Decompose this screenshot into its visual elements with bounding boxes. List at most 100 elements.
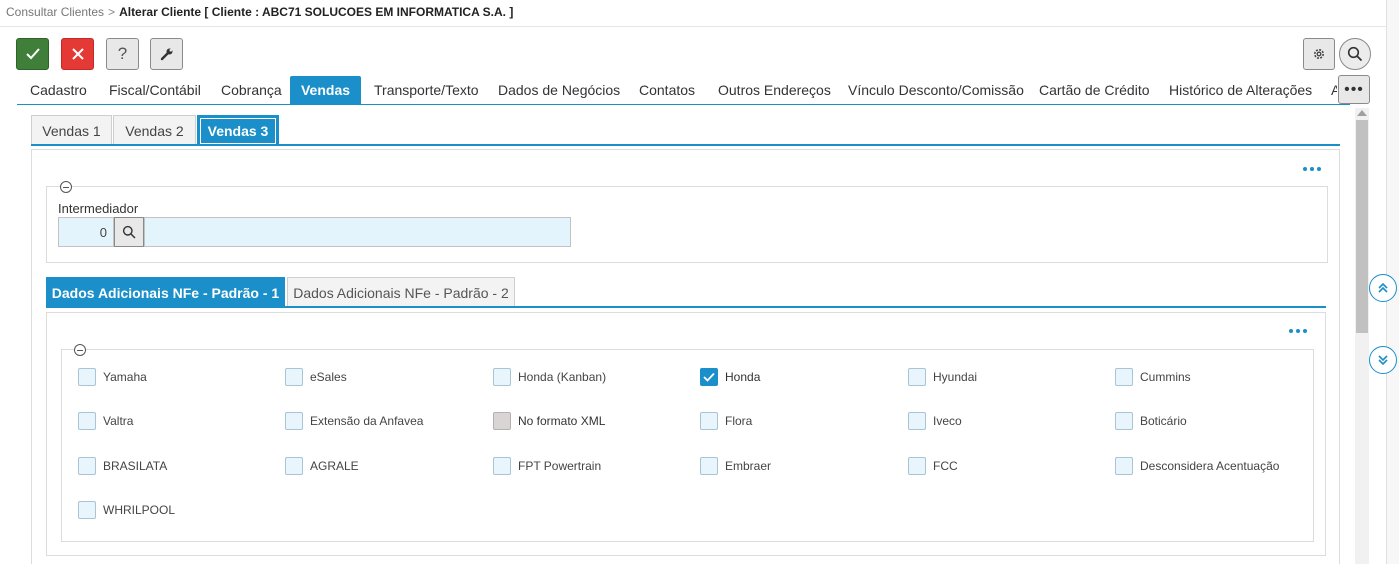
collapse-nfe-options-icon[interactable] <box>74 344 86 356</box>
checkbox-fpt-powertrain[interactable]: FPT Powertrain <box>493 457 601 475</box>
intermediador-label: Intermediador <box>58 201 139 216</box>
breadcrumb: Consultar Clientes > Alterar Cliente [ Cli… <box>6 5 513 19</box>
scrollbar-thumb[interactable] <box>1356 120 1368 333</box>
checkbox-box[interactable] <box>908 457 926 475</box>
help-button[interactable]: ? <box>106 38 139 70</box>
checkbox-label: FCC <box>933 459 958 473</box>
wrench-icon <box>160 48 172 61</box>
checkbox-iveco[interactable]: Iveco <box>908 412 962 430</box>
checkbox-box[interactable] <box>908 368 926 386</box>
checkbox-hyundai[interactable]: Hyundai <box>908 368 977 386</box>
checkbox-box[interactable] <box>493 457 511 475</box>
checkbox-box[interactable] <box>1115 457 1133 475</box>
checkbox-box[interactable] <box>285 368 303 386</box>
settings-button[interactable] <box>1303 38 1335 70</box>
checkbox-brasilata[interactable]: BRASILATA <box>78 457 167 475</box>
checkbox-box[interactable] <box>78 501 96 519</box>
checkbox-box[interactable] <box>285 412 303 430</box>
tab-contatos[interactable]: Contatos <box>626 76 708 104</box>
breadcrumb-separator: > <box>108 5 116 19</box>
checkbox-box[interactable] <box>78 368 96 386</box>
tab-transporte-texto[interactable]: Transporte/Texto <box>361 76 492 104</box>
scroll-to-bottom-button[interactable] <box>1369 346 1397 374</box>
tab-nfe-padrao-1[interactable]: Dados Adicionais NFe - Padrão - 1 <box>46 277 285 307</box>
checkbox-label: FPT Powertrain <box>518 459 602 473</box>
cancel-button[interactable] <box>61 38 94 70</box>
checkbox-box[interactable] <box>1115 368 1133 386</box>
breadcrumb-parent-link[interactable]: Consultar Clientes <box>6 5 104 19</box>
scroll-up-arrow-icon[interactable] <box>1357 110 1367 116</box>
subtab-vendas-3[interactable]: Vendas 3 <box>197 115 279 144</box>
main-tabs: Cadastro Fiscal/Contábil Cobrança Vendas… <box>17 76 1337 106</box>
scroll-to-top-button[interactable] <box>1369 274 1397 302</box>
checkbox-box[interactable] <box>285 457 303 475</box>
subtab-vendas-3-label: Vendas 3 <box>200 118 276 144</box>
checkbox-embraer[interactable]: Embraer <box>700 457 771 475</box>
checkbox-cummins[interactable]: Cummins <box>1115 368 1191 386</box>
search-icon <box>1347 46 1363 62</box>
checkbox-label: Valtra <box>103 414 134 428</box>
checkbox-box[interactable] <box>78 457 96 475</box>
checkbox-agrale[interactable]: AGRALE <box>285 457 359 475</box>
tab-fiscal-contabil[interactable]: Fiscal/Contábil <box>96 76 214 104</box>
checkbox-label: Extensão da Anfavea <box>310 414 424 428</box>
check-icon <box>25 48 40 60</box>
collapse-intermediador-icon[interactable] <box>60 181 72 193</box>
main-tabs-underline <box>17 104 1350 105</box>
check-icon <box>703 372 715 382</box>
checkbox-label: eSales <box>310 370 347 384</box>
global-search-button[interactable] <box>1339 38 1371 70</box>
tab-historico-alteracoes[interactable]: Histórico de Alterações <box>1156 76 1325 104</box>
panel-options-button[interactable] <box>1303 167 1321 171</box>
tools-button[interactable] <box>150 38 183 70</box>
checkbox-label: Honda <box>725 370 761 384</box>
intermediador-lookup-button[interactable] <box>114 217 144 247</box>
tab-vinculo-desconto-comissao[interactable]: Vínculo Desconto/Comissão <box>835 76 1037 104</box>
page-title: Alterar Cliente [ Cliente : ABC71 SOLUCO… <box>119 5 514 19</box>
checkbox-label: Embraer <box>725 459 772 473</box>
checkbox-label: Boticário <box>1140 414 1187 428</box>
checkbox-box[interactable] <box>700 368 718 386</box>
intermediador-code-input[interactable]: 0 <box>58 217 114 247</box>
tab-nfe-padrao-2[interactable]: Dados Adicionais NFe - Padrão - 2 <box>287 277 515 307</box>
checkbox-extensao-anfavea[interactable]: Extensão da Anfavea <box>285 412 423 430</box>
checkbox-boticario[interactable]: Boticário <box>1115 412 1187 430</box>
intermediador-description-field[interactable] <box>144 217 571 247</box>
checkbox-flora[interactable]: Flora <box>700 412 752 430</box>
double-chevron-down-icon <box>1378 355 1388 366</box>
checkbox-valtra[interactable]: Valtra <box>78 412 133 430</box>
page: Consultar Clientes > Alterar Cliente [ Cli… <box>0 0 1399 564</box>
checkbox-esales[interactable]: eSales <box>285 368 347 386</box>
more-icon: ••• <box>1344 80 1364 98</box>
checkbox-yamaha[interactable]: Yamaha <box>78 368 147 386</box>
tab-dados-negocios[interactable]: Dados de Negócios <box>485 76 633 104</box>
subtabs-underline <box>31 144 1340 146</box>
checkbox-box[interactable] <box>700 457 718 475</box>
checkbox-box[interactable] <box>1115 412 1133 430</box>
confirm-button[interactable] <box>16 38 49 70</box>
checkbox-box[interactable] <box>493 368 511 386</box>
nfe-tabs-underline <box>46 306 1326 308</box>
tab-overflow-partial[interactable]: A <box>1318 76 1337 104</box>
checkbox-box[interactable] <box>78 412 96 430</box>
tab-cadastro[interactable]: Cadastro <box>17 76 100 104</box>
checkbox-honda[interactable]: Honda <box>700 368 760 386</box>
tab-outros-enderecos[interactable]: Outros Endereços <box>705 76 844 104</box>
tab-cartao-credito[interactable]: Cartão de Crédito <box>1026 76 1163 104</box>
checkbox-label: Hyundai <box>933 370 978 384</box>
checkbox-whrilpool[interactable]: WHRILPOOL <box>78 501 175 519</box>
close-icon <box>71 48 84 60</box>
nfe-panel-options-button[interactable] <box>1289 329 1307 333</box>
checkbox-label: Flora <box>725 414 753 428</box>
checkbox-honda-kanban[interactable]: Honda (Kanban) <box>493 368 606 386</box>
subtab-vendas-1[interactable]: Vendas 1 <box>31 115 112 144</box>
more-tabs-button[interactable]: ••• <box>1338 75 1370 104</box>
tab-vendas[interactable]: Vendas <box>290 76 361 104</box>
subtab-vendas-2[interactable]: Vendas 2 <box>113 115 196 144</box>
checkbox-fcc[interactable]: FCC <box>908 457 958 475</box>
checkbox-box[interactable] <box>908 412 926 430</box>
checkbox-desconsidera-acentuacao[interactable]: Desconsidera Acentuação <box>1115 457 1279 475</box>
help-icon: ? <box>117 44 128 63</box>
tab-cobranca[interactable]: Cobrança <box>208 76 295 104</box>
checkbox-box[interactable] <box>700 412 718 430</box>
